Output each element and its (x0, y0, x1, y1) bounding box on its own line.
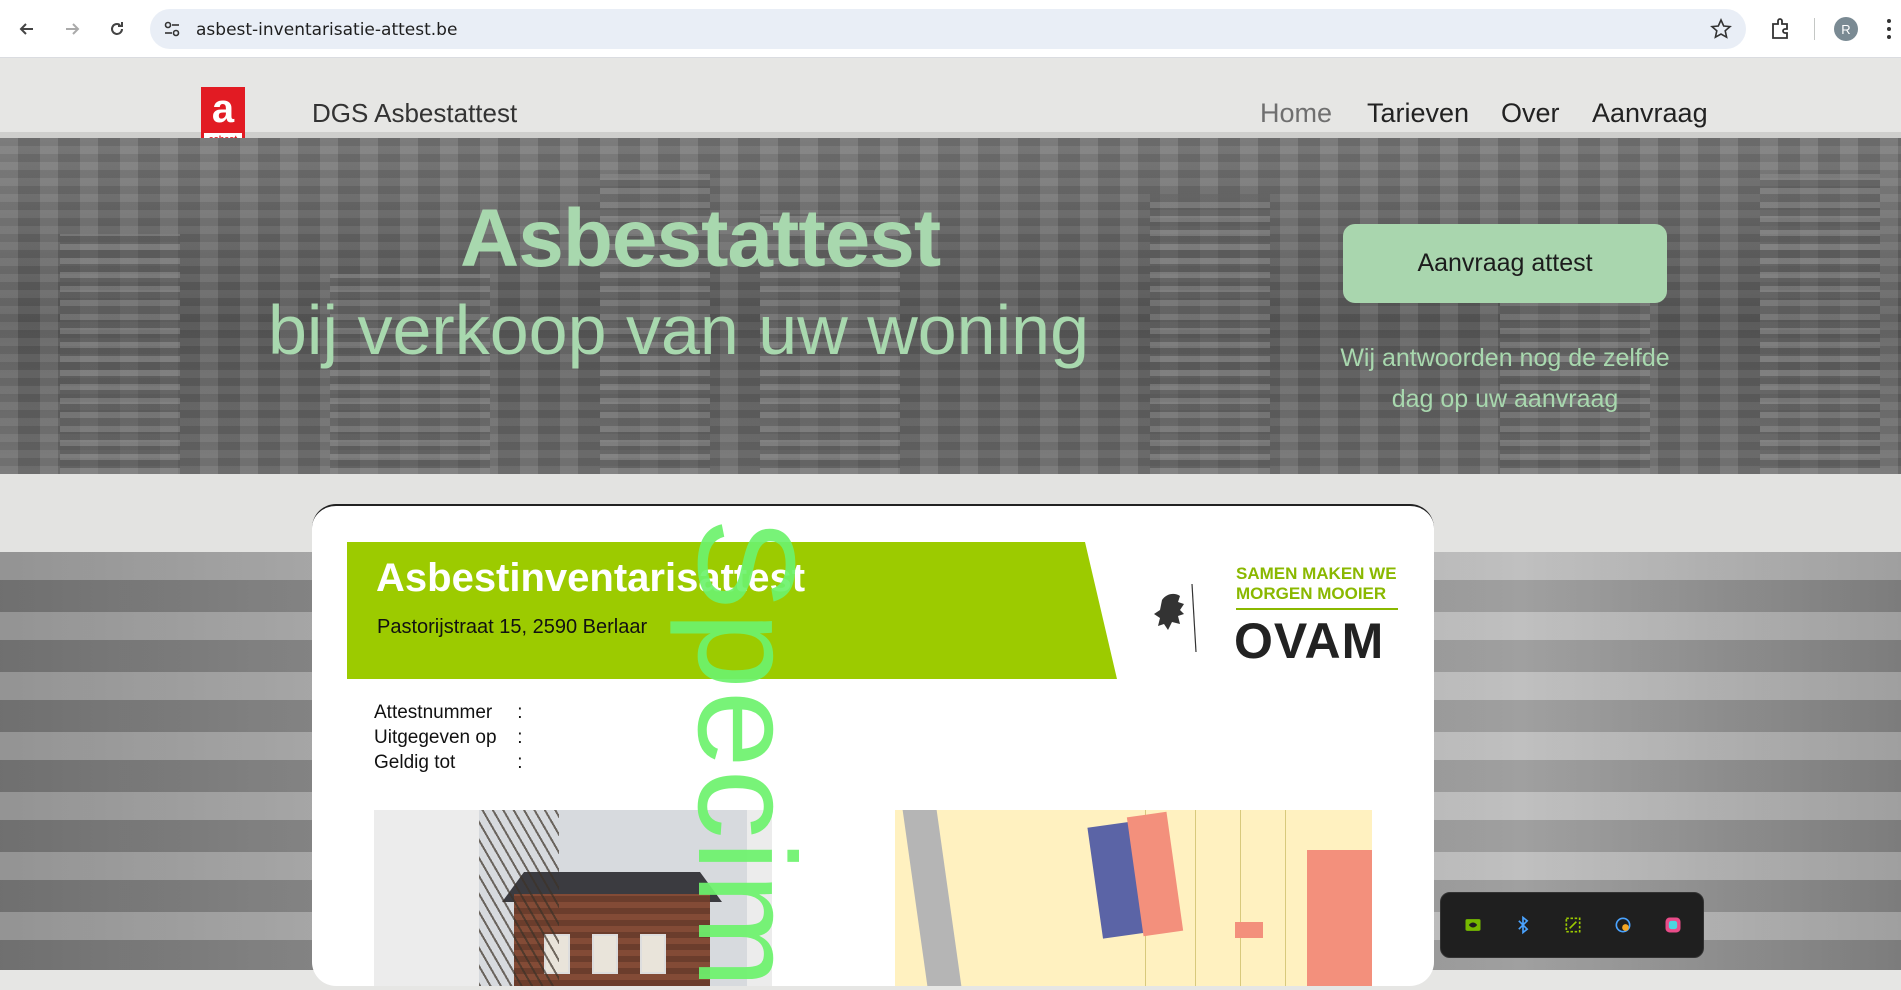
ovam-logo-text: OVAM (1234, 613, 1385, 669)
site-header: a asbest DGS Asbestattest Home Tarieven … (0, 58, 1901, 151)
meta-colon: : (517, 727, 523, 748)
profile-avatar[interactable]: R (1834, 17, 1858, 41)
extensions-puzzle-icon[interactable] (1768, 16, 1794, 42)
ovam-slogan-line: SAMEN MAKEN WE (1236, 564, 1397, 583)
request-certificate-button[interactable]: Aanvraag attest (1343, 224, 1667, 303)
url-text[interactable]: asbest-inventarisatie-attest.be (196, 20, 457, 40)
hero-note-line: dag op uw aanvraag (1391, 385, 1619, 413)
hero-response-note: Wij antwoorden nog de zelfde dag op uw a… (1310, 338, 1700, 420)
ovam-slogan: SAMEN MAKEN WE MORGEN MOOIER (1236, 564, 1397, 604)
certificate-meta-row: Uitgegeven op : (374, 727, 523, 749)
browser-toolbar: asbest-inventarisatie-attest.be R (0, 0, 1901, 58)
forward-button[interactable] (55, 12, 89, 46)
specimen-watermark: Specim (669, 518, 823, 990)
hero-bg-building (1150, 194, 1270, 474)
nav-over[interactable]: Over (1501, 98, 1560, 129)
hero-title: Asbestattest (460, 193, 941, 284)
toolbar-divider (1814, 18, 1815, 40)
nav-home[interactable]: Home (1260, 98, 1332, 129)
photo-tree (479, 810, 559, 986)
back-button[interactable] (10, 12, 44, 46)
nav-tarieven[interactable]: Tarieven (1367, 98, 1469, 129)
meta-label: Attestnummer (374, 702, 493, 723)
map-building (1307, 850, 1372, 986)
meta-colon: : (517, 752, 523, 773)
photo-window (640, 934, 666, 974)
address-bar[interactable]: asbest-inventarisatie-attest.be (150, 9, 1746, 49)
logo-letter: a (211, 87, 235, 131)
map-building (1235, 922, 1263, 938)
hero-bg-building (60, 234, 180, 474)
photo-window (592, 934, 618, 974)
ovam-rule (1236, 608, 1398, 610)
color-app-icon[interactable] (1661, 913, 1685, 937)
site-settings-icon[interactable] (162, 19, 182, 39)
bookmark-star-icon[interactable] (1710, 18, 1732, 40)
map-parcel-line (1195, 810, 1196, 986)
hero-banner: Asbestattest bij verkoop van uw woning A… (0, 138, 1901, 474)
hero-subtitle: bij verkoop van uw woning (268, 291, 1090, 369)
map-parcel-line (1285, 810, 1286, 986)
flemish-lion-icon (1154, 583, 1197, 653)
site-name[interactable]: DGS Asbestattest (312, 98, 517, 129)
reload-button[interactable] (100, 12, 134, 46)
nav-aanvraag[interactable]: Aanvraag (1592, 98, 1708, 129)
onedrive-icon[interactable] (1611, 913, 1635, 937)
ovam-slogan-line: MORGEN MOOIER (1236, 584, 1387, 603)
system-tray-overflow (1440, 892, 1704, 958)
meta-label: Uitgegeven op (374, 727, 497, 748)
bluetooth-icon[interactable] (1511, 913, 1535, 937)
cadastral-map (895, 810, 1372, 986)
certificate-meta-row: Geldig tot : (374, 752, 523, 774)
snipping-tool-icon[interactable] (1561, 913, 1585, 937)
nvidia-icon[interactable] (1461, 913, 1485, 937)
browser-menu-icon[interactable] (1884, 16, 1894, 42)
sample-certificate-card: Asbestinventarisattest Pastorijstraat 15… (312, 504, 1434, 986)
hero-bg-building (1760, 174, 1880, 474)
hero-note-line: Wij antwoorden nog de zelfde (1340, 344, 1670, 372)
certificate-meta-row: Attestnummer : (374, 702, 523, 724)
back-arrow-icon (19, 23, 33, 35)
map-parcel-line (1240, 810, 1241, 986)
forward-arrow-icon (66, 23, 80, 35)
meta-label: Geldig tot (374, 752, 456, 773)
certificate-address: Pastorijstraat 15, 2590 Berlaar (377, 616, 648, 638)
reload-icon (111, 22, 123, 35)
map-road (902, 810, 962, 986)
meta-colon: : (517, 702, 523, 723)
